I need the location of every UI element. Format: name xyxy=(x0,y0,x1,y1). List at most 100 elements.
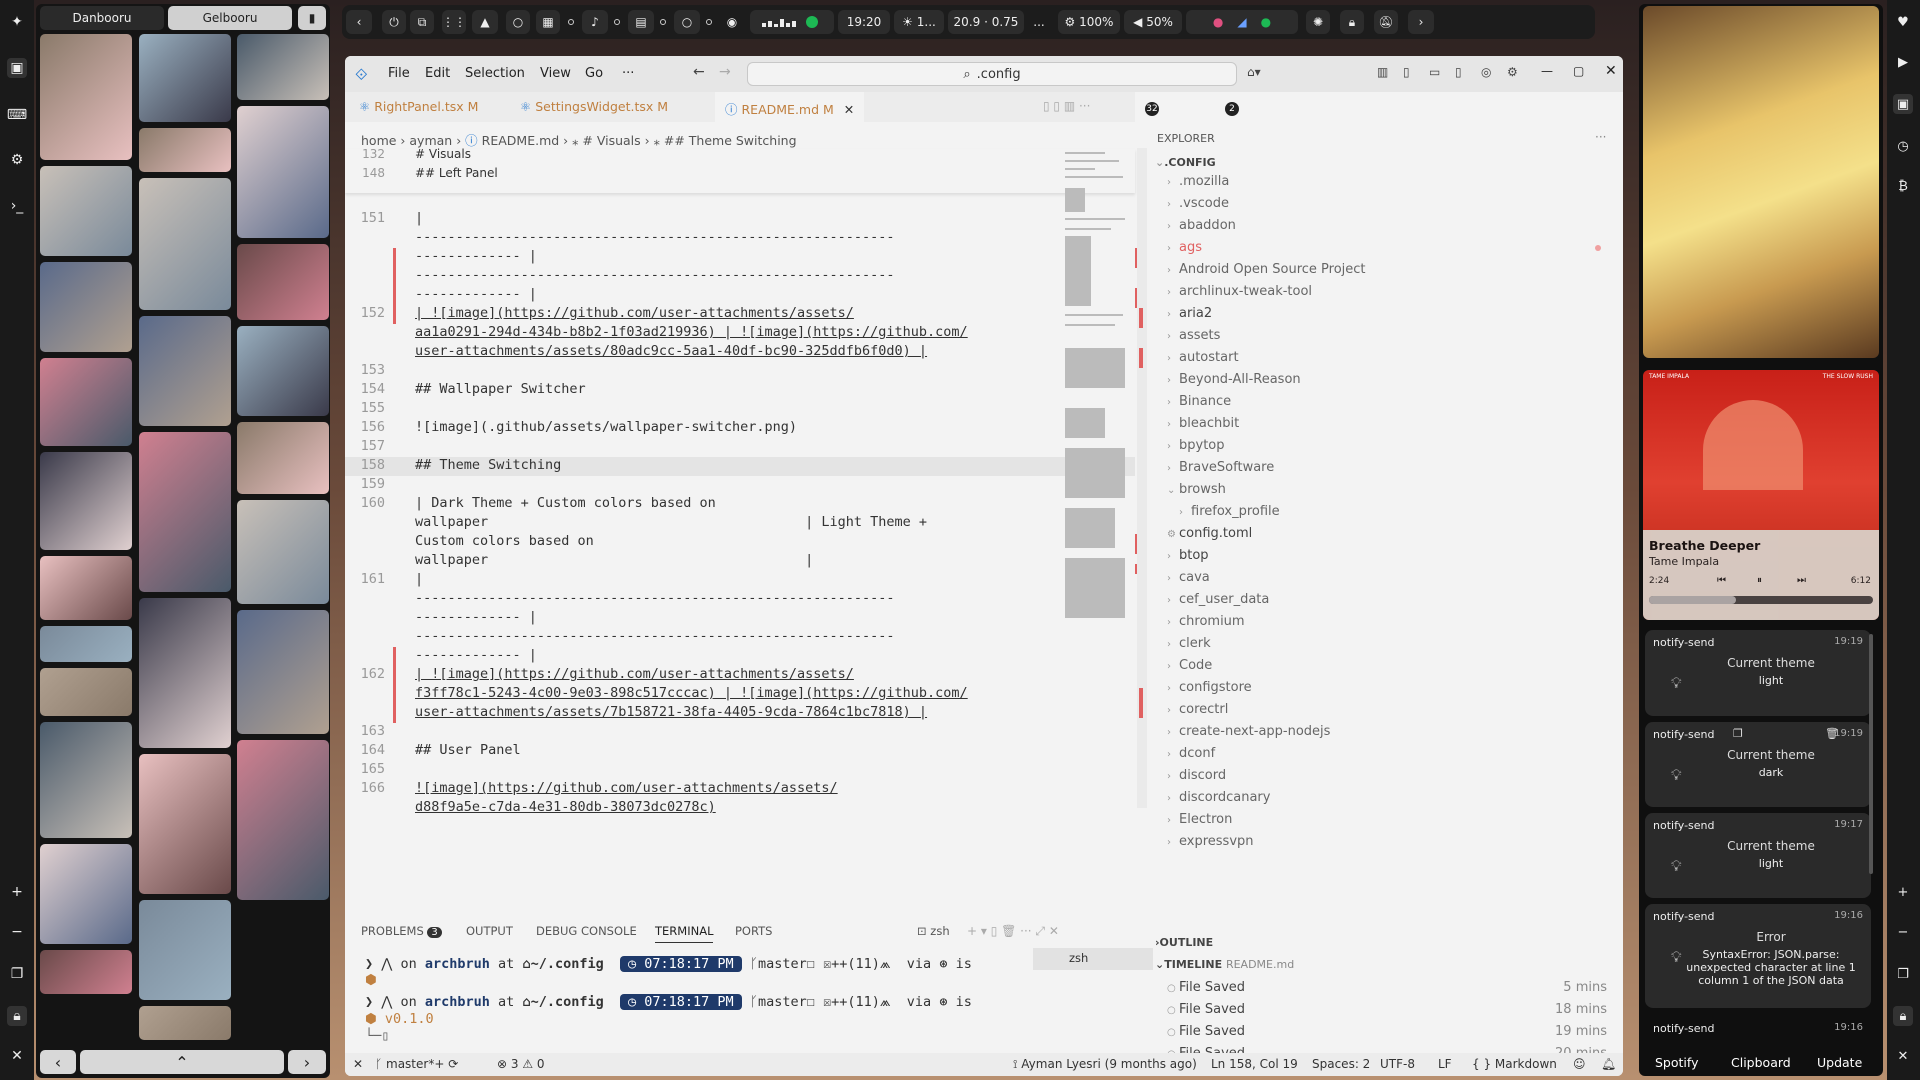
tree-item[interactable]: › discord xyxy=(1167,768,1226,783)
thumbnail-image[interactable] xyxy=(40,722,132,838)
music-icon[interactable]: ♪ xyxy=(582,10,608,34)
heart-icon[interactable]: ♥ xyxy=(1893,12,1913,32)
thumbnail-image[interactable] xyxy=(237,326,329,416)
tree-item[interactable]: › configstore xyxy=(1167,680,1252,695)
menu-go[interactable]: Go xyxy=(585,66,603,81)
tree-item[interactable]: › .mozilla xyxy=(1167,174,1229,189)
power-icon[interactable]: ⏻ xyxy=(382,10,406,34)
circle-icon[interactable]: ○ xyxy=(674,10,700,34)
trash-icon[interactable]: 🗑︎ xyxy=(1825,727,1839,740)
menu-more[interactable]: ··· xyxy=(622,66,634,81)
thumbnail-image[interactable] xyxy=(139,34,231,122)
workspace-dot[interactable] xyxy=(568,19,574,25)
notification-card[interactable]: notify-send 19:19 💡︎ Current theme dark ❐ 🗑︎ xyxy=(1645,722,1871,807)
menu-file[interactable]: File xyxy=(388,66,410,81)
tree-item[interactable]: ⌄ browsh xyxy=(1167,482,1226,497)
brightness-indicator[interactable]: ☀ 1... xyxy=(894,10,944,34)
thumbnail-image[interactable] xyxy=(237,106,329,238)
editor-scrollbar[interactable] xyxy=(1137,148,1147,808)
grid-icon[interactable]: ⋮⋮ xyxy=(442,10,466,34)
pause-icon[interactable]: ⏸ xyxy=(1757,575,1762,586)
tab-terminal[interactable]: TERMINAL xyxy=(655,924,714,943)
breadcrumb-item[interactable]: # Visuals xyxy=(582,133,640,148)
copilot-status-icon[interactable]: ☺ xyxy=(1573,1057,1586,1071)
timeline-item[interactable]: ○ File Saved 19 mins xyxy=(1167,1024,1607,1039)
tree-item[interactable]: › BraveSoftware xyxy=(1167,460,1274,475)
copy-icon[interactable]: ❐ xyxy=(7,964,27,984)
breadcrumb-item[interactable]: ## Theme Switching xyxy=(664,133,797,148)
line-ending[interactable]: LF xyxy=(1438,1057,1452,1071)
tab-debug-console[interactable]: DEBUG CONSOLE xyxy=(536,924,637,938)
app-logo-icon[interactable]: ✦ xyxy=(7,12,27,32)
keyboard-icon[interactable]: ⌨ xyxy=(7,105,27,125)
thumbnail-image[interactable] xyxy=(40,166,132,256)
chevron-right-icon[interactable]: › xyxy=(1408,10,1434,34)
battery-indicator[interactable]: ⚙ 100% xyxy=(1058,10,1120,34)
gear-icon[interactable]: ⚙ xyxy=(7,150,27,170)
discord-tray-icon[interactable]: ● xyxy=(1213,15,1223,29)
thumbnail-image[interactable] xyxy=(40,626,132,662)
timeline-item[interactable]: ○ File Saved 18 mins xyxy=(1167,1002,1607,1017)
tree-item[interactable]: › Beyond-All-Reason xyxy=(1167,372,1301,387)
outline-section[interactable]: ›OUTLINE xyxy=(1155,936,1213,949)
tab-rightpanel[interactable]: ⚛ RightPanel.tsx M xyxy=(359,99,478,114)
thumbnail-image[interactable] xyxy=(139,432,231,592)
copilot-icon[interactable]: ⌂▾ xyxy=(1247,65,1261,79)
lock-icon[interactable]: 🔒︎ xyxy=(1893,1006,1913,1026)
arch-icon[interactable]: ▲ xyxy=(472,10,498,34)
thumbnail-image[interactable] xyxy=(139,1006,231,1040)
settings-icon[interactable]: ✺ xyxy=(1306,10,1330,34)
timeline-item[interactable]: ○ File Saved 5 mins xyxy=(1167,980,1607,995)
thumbnail-image[interactable] xyxy=(139,754,231,894)
chat-icon[interactable]: ▤ xyxy=(628,10,654,34)
play-icon[interactable]: ▶ xyxy=(1893,52,1913,72)
next-icon[interactable]: ⏭ xyxy=(1797,575,1806,586)
screenshot-icon[interactable]: ⧉ xyxy=(410,10,434,34)
minus-icon[interactable]: − xyxy=(1893,922,1913,942)
volume-indicator[interactable]: ◀︎ 50% xyxy=(1124,10,1182,34)
toggle-panel-icon[interactable]: ▭ xyxy=(1429,65,1440,79)
weather-indicator[interactable]: 20.9 · 0.75 xyxy=(948,10,1024,34)
tree-item[interactable]: › create-next-app-nodejs xyxy=(1167,724,1330,739)
thumbnail-image[interactable] xyxy=(40,452,132,550)
plus-icon[interactable]: + xyxy=(7,882,27,902)
minimize-icon[interactable]: — xyxy=(1541,64,1553,78)
tab-ports[interactable]: PORTS xyxy=(735,924,772,938)
thumbnail-image[interactable] xyxy=(40,556,132,620)
thumbnail-image[interactable] xyxy=(139,128,231,172)
tree-item[interactable]: › btop xyxy=(1167,548,1209,563)
tab-settingswidget[interactable]: ⚛ SettingsWidget.tsx M xyxy=(520,99,668,114)
menu-view[interactable]: View xyxy=(540,66,571,81)
thumbnail-image[interactable] xyxy=(237,500,329,604)
chevron-up-icon[interactable]: ⌃ xyxy=(80,1050,284,1074)
terminal-list-item[interactable]: zsh xyxy=(1033,948,1153,970)
tab-output[interactable]: OUTPUT xyxy=(466,924,513,938)
language-mode[interactable]: { } Markdown xyxy=(1472,1057,1557,1071)
tree-item[interactable]: › abaddon xyxy=(1167,218,1236,233)
forward-arrow-icon[interactable]: → xyxy=(719,64,731,80)
tree-item[interactable]: › Electron xyxy=(1167,812,1232,827)
progress-track[interactable] xyxy=(1649,596,1873,604)
tree-item[interactable]: ⚙ config.toml xyxy=(1167,526,1252,541)
thumbnail-image[interactable] xyxy=(139,598,231,748)
calendar-icon[interactable]: ▦ xyxy=(536,10,560,34)
close-icon[interactable]: ✕ xyxy=(7,1046,27,1066)
thumbnail-image[interactable] xyxy=(237,34,329,100)
problems-status[interactable]: ⊗ 3 ⚠ 0 xyxy=(497,1057,545,1071)
circle-icon[interactable]: ○ xyxy=(506,10,530,34)
thumbnail-image[interactable] xyxy=(40,844,132,944)
thumbnail-image[interactable] xyxy=(237,422,329,494)
chevron-right-icon[interactable]: › xyxy=(288,1050,326,1074)
window-icon[interactable]: ▣ xyxy=(7,58,27,78)
notifications-scrollbar[interactable] xyxy=(1869,634,1873,874)
bookmark-icon[interactable]: ▮ xyxy=(298,6,326,30)
thumbnail-image[interactable] xyxy=(139,900,231,1000)
thumbnail-image[interactable] xyxy=(40,358,132,446)
minimap[interactable] xyxy=(1057,148,1137,698)
breadcrumb-item[interactable]: README.md xyxy=(482,133,560,148)
network-tray-icon[interactable]: ◢ xyxy=(1237,15,1246,29)
tree-item[interactable]: › Binance xyxy=(1167,394,1231,409)
tab-gelbooru[interactable]: Gelbooru xyxy=(168,6,292,30)
workspace-dot[interactable] xyxy=(614,19,620,25)
tree-item[interactable]: › chromium xyxy=(1167,614,1245,629)
